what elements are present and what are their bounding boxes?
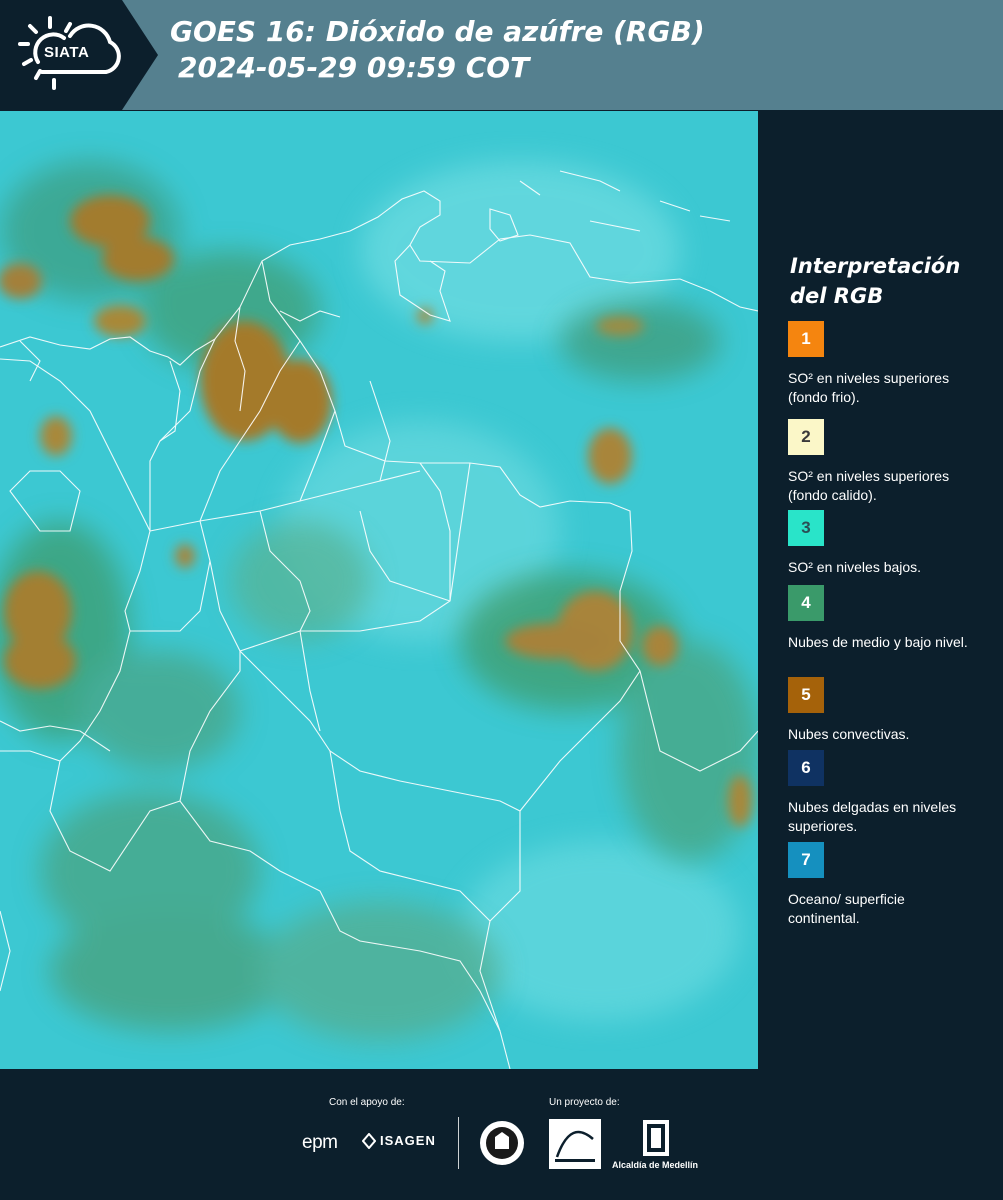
- legend-swatch-7: 7: [788, 842, 824, 878]
- page-title: GOES 16: Dióxido de azúfre (RGB) 2024-05…: [170, 14, 705, 86]
- legend-item-4: 4 Nubes de medio y bajo nivel.: [788, 585, 993, 652]
- legend-item-1: 1 SO² en niveles superiores (fondo frio)…: [788, 321, 993, 407]
- legend-swatch-4: 4: [788, 585, 824, 621]
- footer-divider: [458, 1117, 459, 1169]
- legend-title: Interpretación del RGB: [790, 254, 961, 308]
- legend-item-5: 5 Nubes convectivas.: [788, 677, 993, 744]
- legend-swatch-2: 2: [788, 419, 824, 455]
- area-metropolitana-logo: [549, 1119, 601, 1169]
- footer: Con el apoyo de: Un proyecto de: epm ISA…: [0, 1069, 1003, 1200]
- legend-label-3: SO² en niveles bajos.: [788, 559, 922, 575]
- satellite-map: [0, 111, 758, 1069]
- alcaldia-label: Alcaldía de Medellín: [612, 1160, 699, 1170]
- legend-swatch-3: 3: [788, 510, 824, 546]
- title-line-1: GOES 16: Dióxido de azúfre (RGB): [170, 15, 705, 48]
- logo-block: SIATA: [0, 0, 158, 110]
- legend-swatch-6: 6: [788, 750, 824, 786]
- legend-item-2: 2 SO² en niveles superiores (fondo calid…: [788, 419, 993, 505]
- epm-logo: epm: [302, 1132, 338, 1153]
- title-line-2: 2024-05-29 09:59 COT: [178, 51, 530, 84]
- legend-label-6: Nubes delgadas en niveles superiores.: [788, 799, 957, 834]
- support-label: Con el apoyo de:: [329, 1097, 405, 1108]
- legend-item-3: 3 SO² en niveles bajos.: [788, 510, 993, 577]
- legend-label-1: SO² en niveles superiores (fondo frio).: [788, 370, 950, 405]
- alcaldia-shield-icon: [643, 1120, 669, 1156]
- isagen-mark-icon: [362, 1133, 376, 1149]
- rgb-composite-image: [0, 111, 758, 1069]
- medellin-seal-icon: [480, 1121, 524, 1165]
- legend-label-5: Nubes convectivas.: [788, 726, 910, 742]
- legend-panel: Interpretación del RGB 1 SO² en niveles …: [760, 111, 1003, 1069]
- isagen-logo: ISAGEN: [380, 1133, 436, 1148]
- legend-swatch-1: 1: [788, 321, 824, 357]
- header: SIATA GOES 16: Dióxido de azúfre (RGB) 2…: [0, 0, 1003, 110]
- legend-label-2: SO² en niveles superiores (fondo calido)…: [788, 468, 950, 503]
- legend-item-7: 7 Oceano/ superficie continental.: [788, 842, 993, 928]
- legend-label-7: Oceano/ superficie continental.: [788, 891, 905, 926]
- legend-item-6: 6 Nubes delgadas en niveles superiores.: [788, 750, 993, 836]
- project-label: Un proyecto de:: [549, 1097, 620, 1108]
- legend-swatch-5: 5: [788, 677, 824, 713]
- siata-logo-text: SIATA: [44, 44, 90, 61]
- legend-label-4: Nubes de medio y bajo nivel.: [788, 634, 968, 650]
